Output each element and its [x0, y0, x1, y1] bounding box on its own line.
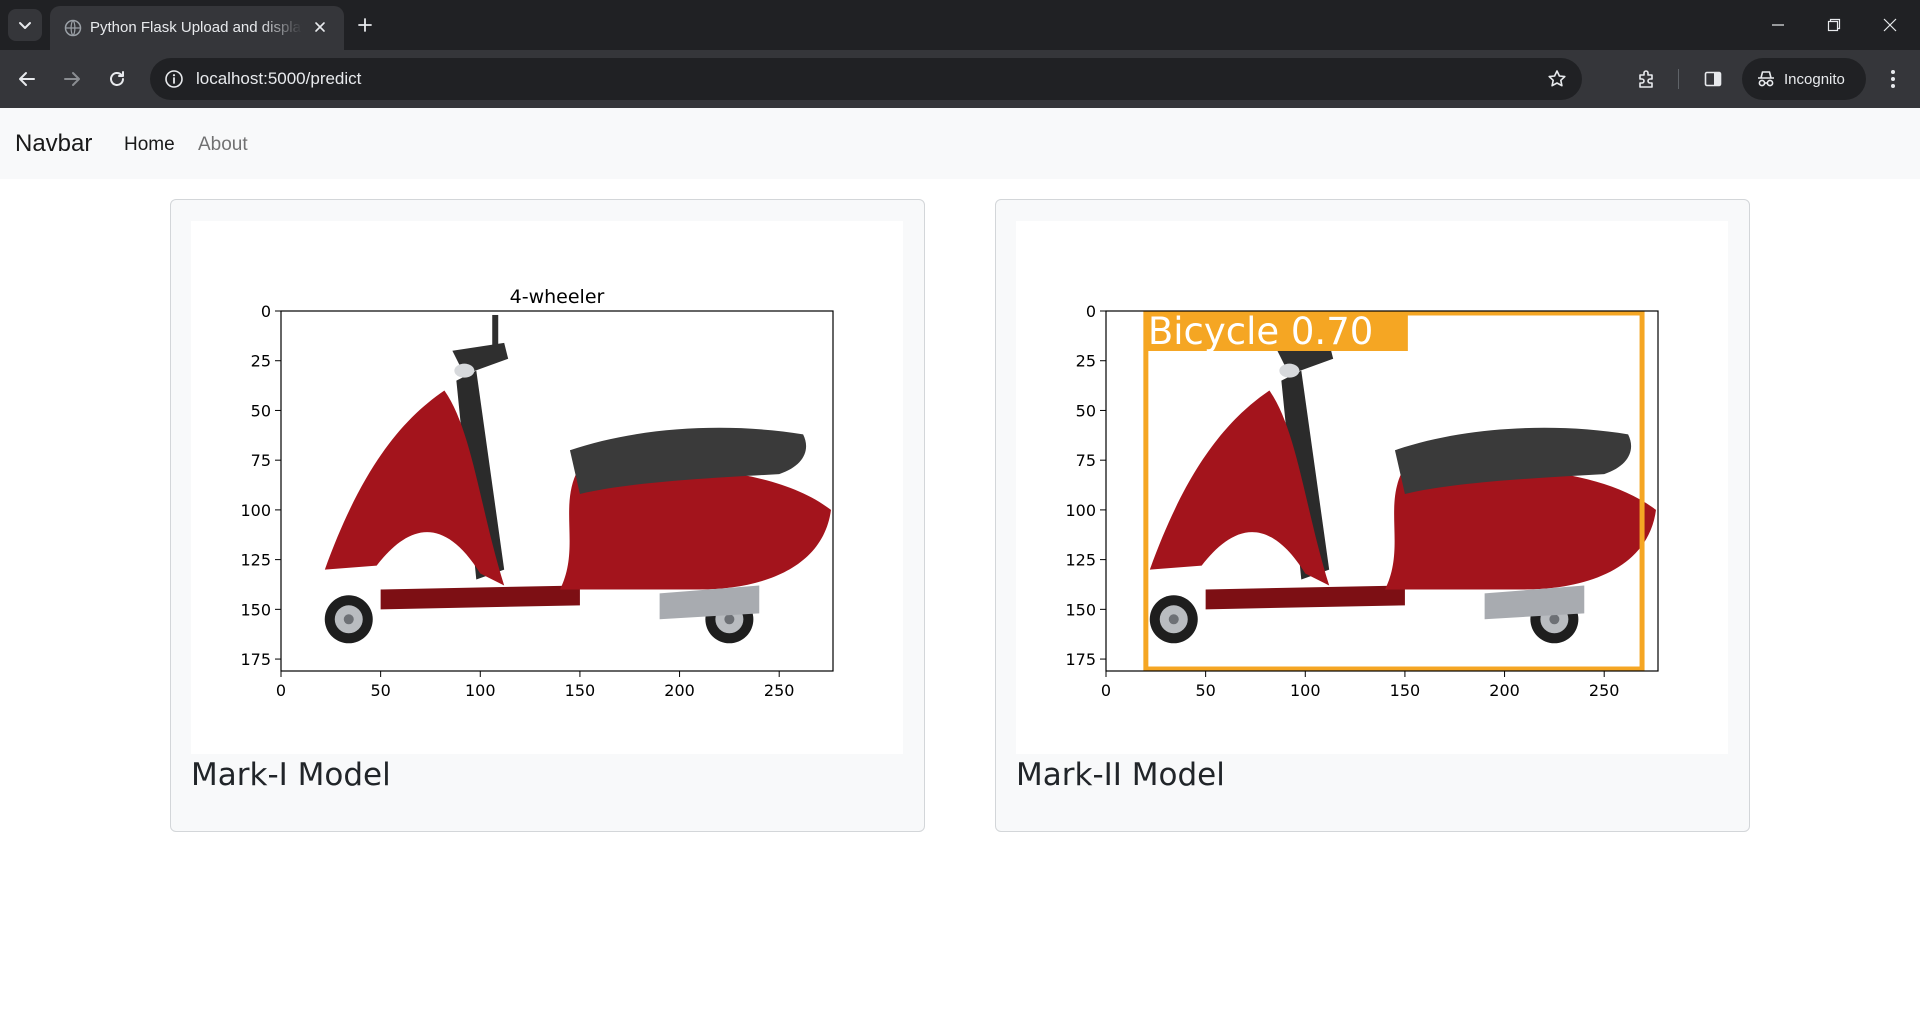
y-tick-label: 50 [1076, 401, 1096, 420]
url-text: localhost:5000/predict [196, 69, 362, 88]
puzzle-icon [1639, 70, 1653, 88]
y-tick-label: 100 [240, 501, 271, 520]
x-tick-label: 50 [370, 681, 390, 700]
x-tick-label: 50 [1195, 681, 1215, 700]
nav-link-about[interactable]: About [198, 134, 248, 156]
x-tick-label: 150 [565, 681, 596, 700]
kebab-menu-icon [1891, 70, 1895, 88]
browser-toolbar: localhost:5000/predict Incognito [0, 50, 1920, 108]
reload-icon [110, 71, 124, 86]
incognito-label: Incognito [1784, 70, 1845, 88]
incognito-indicator[interactable]: Incognito [1742, 58, 1866, 100]
y-tick-label: 75 [1076, 451, 1096, 470]
x-tick-label: 100 [1290, 681, 1321, 700]
menu-button[interactable] [1876, 62, 1910, 96]
close-window-button[interactable] [1862, 0, 1918, 50]
x-tick-label: 250 [764, 681, 795, 700]
rear-hub [343, 614, 354, 625]
x-tick-label: 0 [276, 681, 286, 700]
browser-tab[interactable]: Python Flask Upload and display image [50, 6, 344, 50]
plus-icon [358, 18, 372, 32]
restore-button[interactable] [1806, 0, 1862, 50]
side-panel-button[interactable] [1696, 62, 1730, 96]
y-tick-label: 175 [1065, 650, 1096, 669]
y-tick-label: 0 [1086, 302, 1096, 321]
model-card-mark-ii: Bicycle 0.70 0 50 100 150 200 250 0 25 50 75 100 125… [995, 199, 1750, 832]
bookmark-button[interactable] [1542, 64, 1572, 94]
y-tick-label: 150 [240, 600, 271, 619]
y-tick-label: 75 [251, 451, 271, 470]
site-info-button[interactable] [160, 65, 188, 93]
front-hub [1549, 614, 1560, 625]
y-tick-label: 150 [1065, 600, 1096, 619]
nav-link-home[interactable]: Home [124, 134, 175, 156]
browser-tab-strip: Python Flask Upload and display image [0, 0, 1920, 50]
minimize-icon [1772, 24, 1784, 26]
close-icon [315, 22, 325, 32]
y-tick-label: 25 [251, 352, 271, 371]
arrow-left-icon [19, 72, 35, 86]
incognito-icon [1758, 71, 1774, 87]
arrow-right-icon [64, 72, 80, 86]
model-card-mark-i: 4-wheeler 0 50 100 150 200 250 0 25 50 75 100 125 150… [170, 199, 925, 832]
x-tick-label: 100 [465, 681, 496, 700]
detection-label: Bicycle 0.70 [1148, 310, 1373, 353]
floorboard [1205, 585, 1405, 610]
x-tick-label: 200 [1489, 681, 1520, 700]
new-tab-button[interactable] [350, 10, 380, 40]
prediction-plot: 4-wheeler 0 50 100 150 200 250 0 25 50 75 100 125 150… [191, 221, 903, 754]
star-icon [1548, 70, 1566, 87]
mirror-stem [492, 314, 499, 347]
y-tick-label: 175 [240, 650, 271, 669]
close-icon [1883, 18, 1897, 32]
restore-icon [1827, 18, 1841, 32]
y-tick-label: 50 [251, 401, 271, 420]
minimize-button[interactable] [1750, 0, 1806, 50]
y-tick-label: 125 [240, 551, 271, 570]
headlamp [1279, 363, 1300, 378]
card-title: Mark-I Model [191, 757, 391, 793]
globe-icon [64, 19, 82, 37]
x-tick-label: 0 [1101, 681, 1111, 700]
tab-title: Python Flask Upload and display image [90, 19, 302, 36]
tab-close-button[interactable] [310, 17, 330, 37]
prediction-figure: 4-wheeler 0 50 100 150 200 250 0 25 50 75 100 125 150… [240, 286, 834, 700]
floorboard [380, 585, 580, 610]
toolbar-divider [1678, 69, 1679, 89]
front-hub [724, 614, 735, 625]
y-tick-label: 0 [261, 302, 271, 321]
reload-button[interactable] [100, 62, 134, 96]
y-tick-label: 125 [1065, 551, 1096, 570]
y-tick-label: 25 [1076, 352, 1096, 371]
x-tick-label: 250 [1589, 681, 1620, 700]
site-navbar: Navbar Home About [0, 108, 1920, 179]
side-panel-icon [1704, 71, 1722, 87]
y-tick-label: 100 [1065, 501, 1096, 520]
back-button[interactable] [10, 62, 44, 96]
x-tick-label: 200 [664, 681, 695, 700]
prediction-plot: Bicycle 0.70 0 50 100 150 200 250 0 25 50 75 100 125… [1016, 221, 1728, 754]
card-title: Mark-II Model [1016, 757, 1225, 793]
extensions-button[interactable] [1630, 62, 1664, 96]
chevron-down-icon [19, 22, 31, 29]
info-icon [165, 70, 183, 88]
tab-search-button[interactable] [8, 9, 42, 41]
forward-button[interactable] [55, 62, 89, 96]
navbar-brand[interactable]: Navbar [15, 130, 92, 158]
x-tick-label: 150 [1390, 681, 1421, 700]
address-bar[interactable]: localhost:5000/predict [150, 58, 1582, 100]
headlamp [454, 363, 475, 378]
prediction-figure: Bicycle 0.70 0 50 100 150 200 250 0 25 50 75 100 125… [1065, 302, 1659, 700]
plot-title: 4-wheeler [510, 286, 605, 308]
rear-hub [1168, 614, 1179, 625]
